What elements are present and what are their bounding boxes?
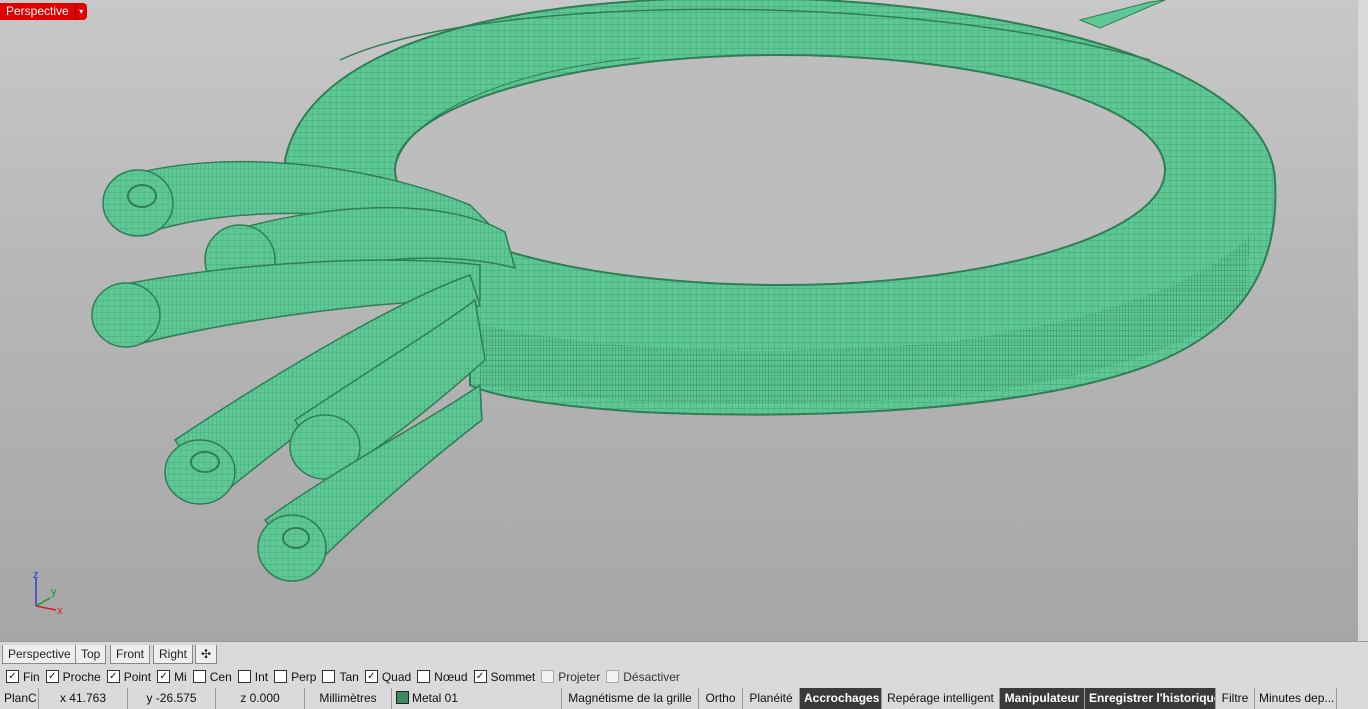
- axis-y-label: y: [51, 586, 57, 598]
- viewport-right-border: [1358, 0, 1368, 641]
- osnap-checkbox[interactable]: [541, 670, 555, 683]
- x-coordinate: x 41.763: [39, 688, 128, 709]
- filter-toggle[interactable]: Filtre: [1216, 688, 1255, 709]
- viewport-menu-dropdown-icon[interactable]: ▾: [74, 3, 87, 20]
- tab-top[interactable]: Top: [75, 645, 107, 664]
- axis-x-label: x: [57, 605, 63, 617]
- viewport-title-tab[interactable]: Perspective ▾: [0, 3, 87, 20]
- status-filler: [1337, 688, 1368, 709]
- smarttrack-toggle[interactable]: Repérage intelligent: [882, 688, 1000, 709]
- osnap-perp[interactable]: Perp: [274, 670, 316, 684]
- osnap-label: Perp: [291, 669, 317, 684]
- osnap-label: Projeter: [558, 669, 601, 684]
- planar-toggle[interactable]: Planéité: [743, 688, 800, 709]
- tab-perspective[interactable]: Perspective: [2, 645, 77, 664]
- osnap-projeter[interactable]: Projeter: [541, 670, 600, 684]
- grid-snap-toggle[interactable]: Magnétisme de la grille: [562, 688, 699, 709]
- osnap-quad[interactable]: ✓ Quad: [364, 669, 412, 684]
- osnap-checkbox[interactable]: ✓: [364, 670, 378, 683]
- axis-z-label: z: [33, 569, 39, 581]
- status-bar: PlanC x 41.763 y -26.575 z 0.000 Millimè…: [0, 688, 1368, 709]
- osnap-desactiver[interactable]: Désactiver: [606, 670, 680, 684]
- record-history-toggle[interactable]: Enregistrer l'historique: [1085, 688, 1216, 709]
- osnap-toolbar: ✓ Fin ✓ Proche ✓ Point ✓ Mi Cen Int Perp Tan ✓ Quad Nœ…: [0, 665, 1368, 688]
- osnap-checkbox[interactable]: [606, 670, 620, 683]
- osnap-checkbox[interactable]: ✓: [157, 670, 171, 683]
- osnap-checkbox[interactable]: ✓: [45, 670, 59, 683]
- osnap-label: Mi: [174, 669, 187, 684]
- osnap-int[interactable]: Int: [237, 669, 269, 684]
- osnap-label: Fin: [23, 669, 40, 684]
- osnap-label: Désactiver: [623, 669, 680, 684]
- minutes-since-save: Minutes dep...: [1255, 688, 1337, 709]
- viewport-tabs-bar: Perspective Top Front Right ✣: [0, 641, 1368, 666]
- osnap-label: Cen: [209, 669, 232, 684]
- ring-mesh-model[interactable]: [0, 0, 1358, 641]
- add-viewport-tab-icon[interactable]: ✣: [195, 645, 218, 664]
- perspective-viewport[interactable]: z y x Perspective ▾: [0, 0, 1358, 641]
- osnap-checkbox[interactable]: ✓: [6, 670, 19, 683]
- osnap-point[interactable]: ✓ Point: [106, 669, 152, 684]
- viewport-title[interactable]: Perspective: [0, 3, 75, 20]
- gumball-toggle[interactable]: Manipulateur: [1000, 688, 1085, 709]
- osnap-checkbox[interactable]: [237, 670, 251, 683]
- osnap-sommet[interactable]: ✓ Sommet: [473, 669, 536, 684]
- osnap-checkbox[interactable]: [274, 670, 288, 683]
- layer-name: Metal 01: [412, 691, 459, 705]
- osnap-fin[interactable]: ✓ Fin: [6, 670, 40, 684]
- osnap-label: Nœud: [434, 669, 468, 684]
- ortho-toggle[interactable]: Ortho: [699, 688, 743, 709]
- osnap-label: Quad: [381, 669, 412, 684]
- osnap-nud[interactable]: Nœud: [417, 669, 468, 684]
- layer-pane[interactable]: Metal 01: [392, 688, 562, 709]
- osnap-cen[interactable]: Cen: [192, 669, 232, 684]
- osnap-proche[interactable]: ✓ Proche: [45, 669, 101, 684]
- tab-right[interactable]: Right: [153, 645, 194, 664]
- cplane-indicator[interactable]: PlanC: [0, 688, 39, 709]
- z-coordinate: z 0.000: [216, 688, 305, 709]
- osnap-toggle[interactable]: Accrochages: [800, 688, 882, 709]
- osnap-tan[interactable]: Tan: [322, 669, 359, 684]
- osnap-label: Sommet: [490, 669, 536, 684]
- osnap-label: Point: [123, 669, 152, 684]
- osnap-checkbox[interactable]: [322, 670, 336, 683]
- osnap-mi[interactable]: ✓ Mi: [157, 670, 187, 684]
- osnap-label: Proche: [62, 669, 101, 684]
- tab-front[interactable]: Front: [110, 645, 151, 664]
- units-pane[interactable]: Millimètres: [305, 688, 392, 709]
- osnap-checkbox[interactable]: [192, 670, 206, 683]
- osnap-checkbox[interactable]: ✓: [106, 670, 120, 683]
- osnap-label: Int: [254, 669, 269, 684]
- osnap-checkbox[interactable]: [417, 670, 431, 683]
- world-axis-icon: z y x: [33, 569, 63, 617]
- layer-color-swatch: [396, 691, 409, 704]
- y-coordinate: y -26.575: [128, 688, 216, 709]
- osnap-label: Tan: [339, 669, 359, 684]
- osnap-checkbox[interactable]: ✓: [473, 670, 487, 683]
